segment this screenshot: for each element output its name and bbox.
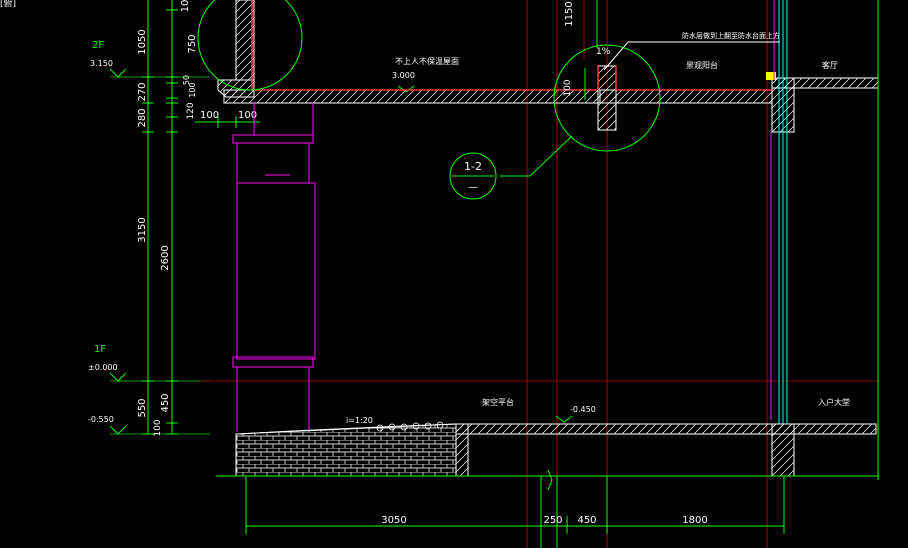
level-bottom-elev: -0.550	[88, 415, 114, 424]
ground-elev: -0.450	[570, 405, 596, 414]
dim-1800: 1800	[682, 515, 707, 526]
dim-3150: 3150	[137, 217, 148, 242]
level-1f-name: 1F	[94, 344, 106, 355]
bottom-dim-labels: 3050 250 450 1800	[381, 515, 707, 526]
level-2f-elev: 3.150	[90, 59, 113, 68]
break-line	[547, 469, 553, 491]
dim-550: 550	[137, 398, 148, 417]
entrance-label: 入户大堂	[818, 397, 850, 407]
inner-dim-chain	[166, 0, 178, 435]
level-triangle	[109, 68, 127, 78]
glass-wall	[770, 0, 879, 480]
outer-dim-labels: 1050 270 280 3150 550	[137, 29, 148, 417]
balcony-right-label: 客厅	[822, 60, 838, 70]
dim-w100a: 100	[200, 110, 219, 121]
dim-450: 450	[160, 393, 171, 412]
dim-280: 280	[137, 108, 148, 127]
level-1f-elev: ±0.000	[88, 363, 118, 372]
left-column	[232, 103, 316, 432]
ground-note: 架空平台	[482, 397, 514, 407]
inner-dim-labels: 10 750 50 100 120 2600 450 100	[153, 0, 198, 437]
dim-3050: 3050	[381, 515, 406, 526]
ramp-slope: i=1:20	[346, 416, 373, 425]
parapet-note: 防水层做到上翻至防水台面上方	[682, 31, 780, 40]
dim-2600: 2600	[160, 245, 171, 270]
dim-750: 750	[187, 34, 198, 53]
dim-100: 100	[188, 82, 197, 97]
outer-dim-chain	[142, 0, 154, 435]
section-drawing: [俯] 2F 3.150 1F ±0.000 -0.550 1050 270 2…	[0, 0, 880, 548]
dim-100b: 100	[153, 419, 163, 436]
ground-slab	[216, 421, 878, 477]
dim-250: 250	[543, 515, 562, 526]
roof-elev: 3.000	[392, 71, 415, 80]
level-2f-name: 2F	[92, 40, 104, 51]
balcony-left-label: 景观阳台	[686, 60, 718, 70]
roof-slab	[223, 65, 879, 133]
cad-viewport[interactable]: [俯] 2F 3.150 1F ±0.000 -0.550 1050 270 2…	[0, 0, 908, 548]
slope-1pct: 1%	[596, 47, 611, 57]
roof-note: 不上人不保温屋面	[395, 56, 459, 66]
callout-number: 1-2	[464, 160, 482, 173]
detail-callout[interactable]: 1-2 —	[449, 135, 573, 200]
dim-h100: 100	[563, 79, 573, 96]
dim-10: 10	[180, 0, 191, 12]
dim-450b: 450	[577, 515, 596, 526]
corner-label: [俯]	[0, 0, 16, 9]
dim-120: 120	[186, 102, 196, 119]
level-triangle	[109, 372, 127, 382]
dim-270: 270	[137, 82, 148, 101]
dim-1050: 1050	[137, 29, 148, 54]
level-triangle	[555, 415, 573, 423]
dim-h1150: 1150	[564, 1, 575, 26]
level-triangle	[109, 425, 127, 435]
level-markers	[109, 68, 573, 435]
callout-sheet: —	[468, 182, 478, 193]
